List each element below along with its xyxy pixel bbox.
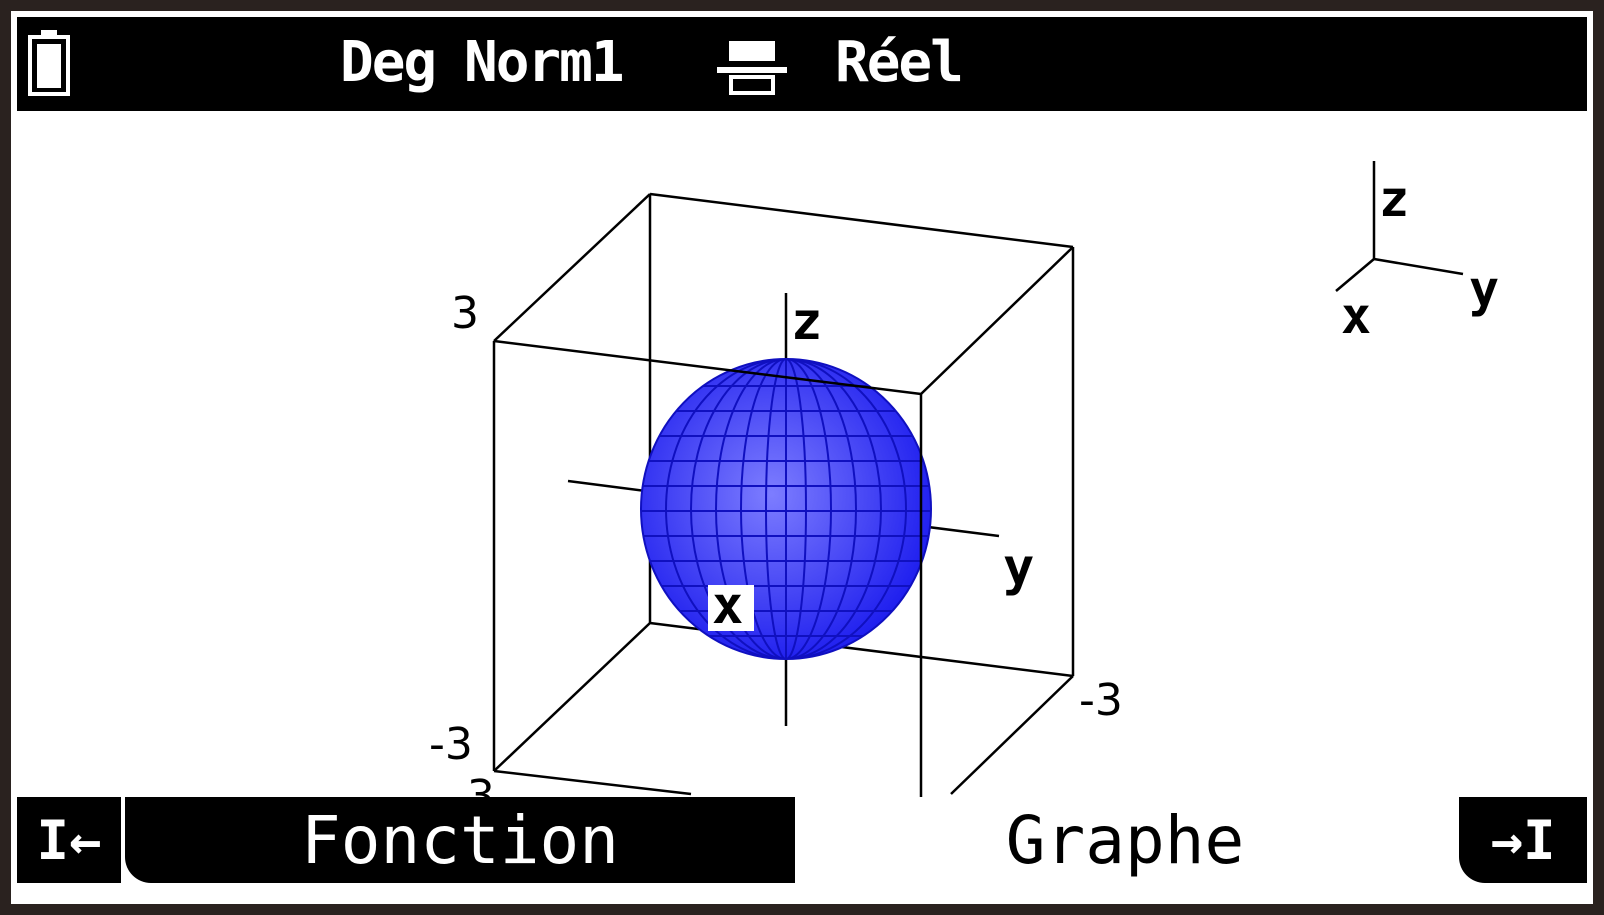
bottom-tab-bar: I← Fonction Graphe →I	[11, 797, 1593, 904]
fraction-format-icon	[717, 41, 787, 95]
sphere-surface	[640, 358, 932, 660]
tab-fonction[interactable]: Fonction	[125, 797, 795, 883]
complex-mode-label: Réel	[835, 30, 964, 95]
nav-first-button[interactable]: I←	[17, 797, 121, 883]
z-max-label: 3	[451, 288, 479, 339]
battery-icon	[28, 30, 70, 96]
orientation-label-z: z	[1379, 170, 1409, 228]
calculator-screen: Deg Norm1 Réel z y x 3 -3 -3 -3 z y x I←…	[0, 0, 1604, 915]
orientation-label-y: y	[1469, 260, 1499, 318]
y-min-label: -3	[1079, 675, 1123, 726]
nav-last-button[interactable]: →I	[1459, 797, 1587, 883]
axis-label-x: x	[712, 576, 743, 636]
graph-3d-area[interactable]: z y x 3 -3 -3 -3 z y x	[11, 111, 1593, 801]
status-bar: Deg Norm1 Réel	[17, 17, 1587, 111]
axis-label-z: z	[791, 292, 822, 352]
tab-graphe[interactable]: Graphe	[801, 797, 1449, 883]
lcd-display: Deg Norm1 Réel z y x 3 -3 -3 -3 z y x I←…	[11, 11, 1593, 904]
display-mode-label: Norm1	[464, 30, 625, 95]
angle-mode-label: Deg	[340, 30, 437, 95]
orientation-indicator: z y x	[1335, 161, 1499, 345]
orientation-label-x: x	[1341, 287, 1371, 345]
axis-label-y: y	[1003, 538, 1034, 598]
z-min-label: -3	[429, 719, 473, 770]
